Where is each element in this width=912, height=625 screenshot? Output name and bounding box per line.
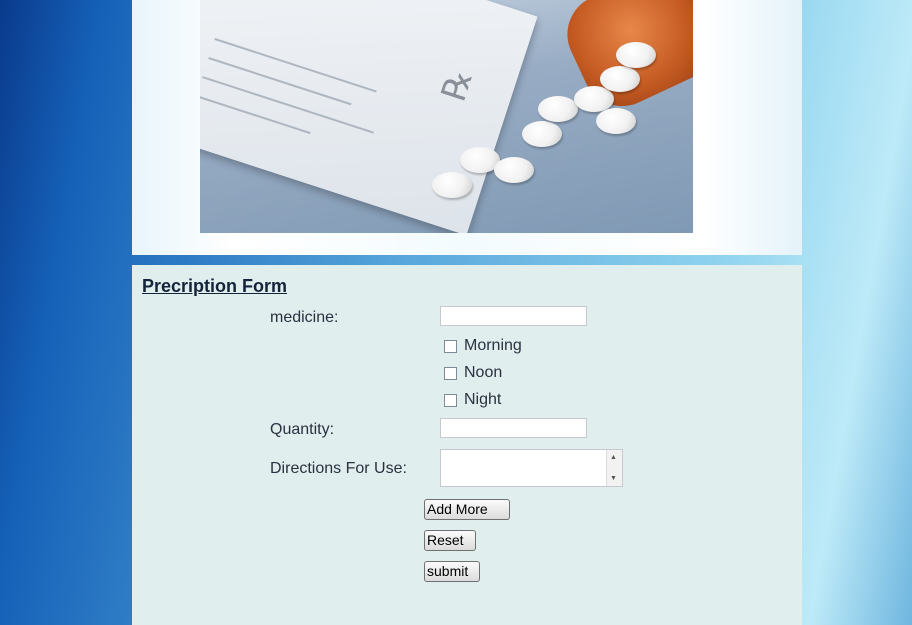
scroll-up-icon[interactable]: ▲ — [610, 454, 617, 461]
noon-label: Noon — [464, 364, 503, 381]
prescription-pills-photo: ℞ — [200, 0, 693, 233]
form-title: Precription Form — [142, 276, 288, 296]
quantity-label: Quantity: — [270, 421, 335, 438]
medicine-input[interactable] — [440, 306, 587, 326]
morning-label: Morning — [464, 337, 522, 354]
add-more-button[interactable]: Add More — [424, 499, 510, 520]
night-checkbox[interactable] — [444, 394, 457, 407]
reset-button[interactable]: Reset — [424, 530, 476, 551]
pill — [616, 42, 656, 68]
directions-textarea[interactable]: ▲ ▼ — [440, 449, 623, 487]
rx-symbol: ℞ — [433, 64, 481, 106]
prescription-form: Precription Form medicine: Morning Noon … — [132, 265, 802, 625]
textarea-scrollbar[interactable]: ▲ ▼ — [606, 450, 622, 486]
directions-label: Directions For Use: — [270, 460, 407, 477]
quantity-input[interactable] — [440, 418, 587, 438]
prescription-paper: ℞ — [200, 0, 538, 233]
header-banner: ℞ — [132, 0, 802, 255]
pill — [596, 108, 636, 134]
pill — [522, 121, 562, 147]
night-label: Night — [464, 391, 502, 408]
pill — [538, 96, 578, 122]
pill — [600, 66, 640, 92]
scroll-down-icon[interactable]: ▼ — [610, 475, 617, 482]
noon-checkbox[interactable] — [444, 367, 457, 380]
medicine-label: medicine: — [270, 309, 339, 326]
pill — [494, 157, 534, 183]
morning-checkbox[interactable] — [444, 340, 457, 353]
paper-line — [208, 57, 352, 106]
paper-line — [200, 95, 311, 135]
submit-button[interactable]: submit — [424, 561, 480, 582]
pill — [432, 172, 472, 198]
